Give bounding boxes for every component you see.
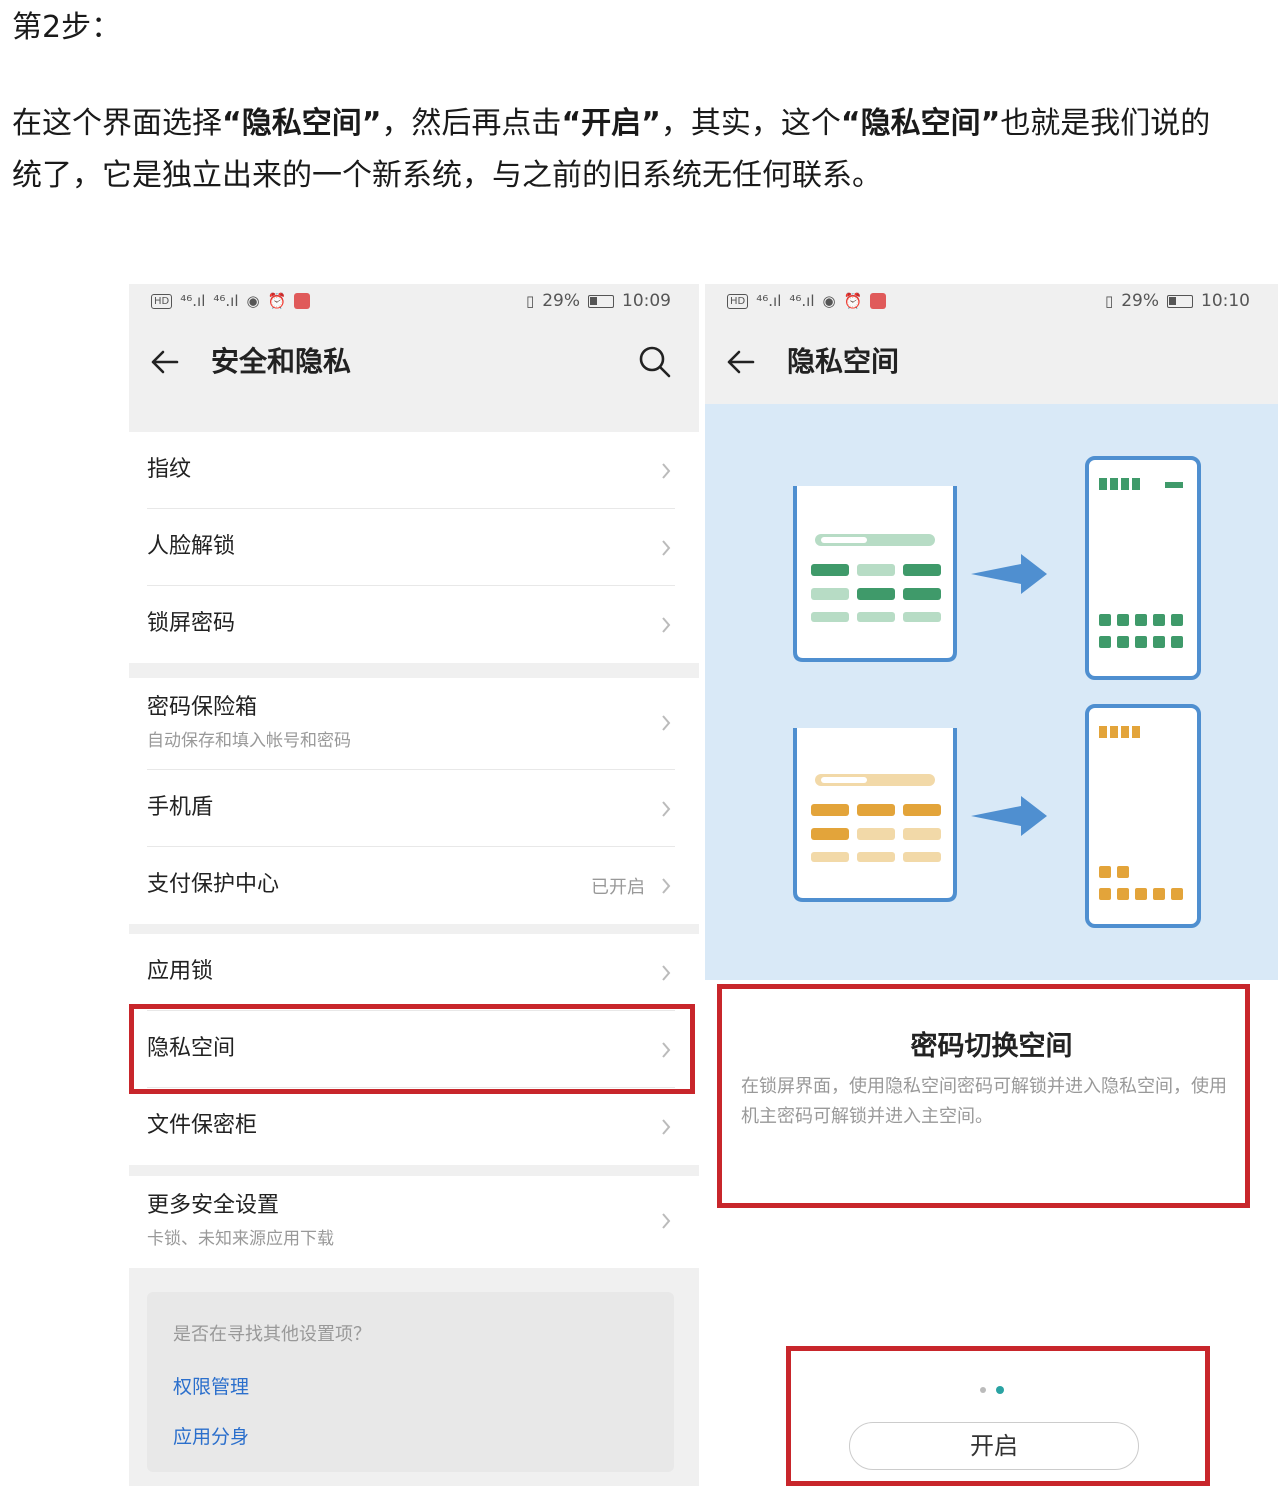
main-space-phone xyxy=(793,728,957,902)
title-bar: 隐私空间 xyxy=(705,320,1278,404)
battery-percent: 29% xyxy=(542,291,580,311)
eye-icon: ◉ xyxy=(246,292,260,310)
hd-icon: HD xyxy=(727,293,749,309)
settings-row-payment-protection[interactable]: 支付保护中心 已开启 xyxy=(147,847,675,924)
alarm-icon: ⏰ xyxy=(267,292,287,310)
arrow-icon xyxy=(971,796,1047,836)
highlight-box xyxy=(129,1004,695,1094)
clock: 10:10 xyxy=(1201,291,1250,311)
chevron-right-icon xyxy=(662,878,671,894)
settings-group: 密码保险箱 自动保存和填入帐号和密码 手机盾 支付保护中心 已开启 xyxy=(129,678,699,924)
status-value: 已开启 xyxy=(591,877,645,898)
private-space-illustration xyxy=(705,404,1278,980)
highlight-box xyxy=(717,984,1250,1208)
settings-row-phone-shield[interactable]: 手机盾 xyxy=(147,770,675,847)
para-bold: “开启” xyxy=(561,106,661,141)
settings-row-face-unlock[interactable]: 人脸解锁 xyxy=(147,509,675,586)
signal-icon: ⁴⁶.ıl xyxy=(213,292,239,310)
main-space-phone xyxy=(793,486,957,662)
row-label: 支付保护中心 xyxy=(147,872,280,897)
battery-percent: 29% xyxy=(1121,291,1159,311)
step-heading: 第2步： xyxy=(12,10,122,45)
para-text: ，然后再点击 xyxy=(381,106,562,141)
settings-row-lock-password[interactable]: 锁屏密码 xyxy=(147,586,675,663)
search-icon[interactable] xyxy=(637,344,673,380)
chevron-right-icon xyxy=(662,1213,671,1229)
row-label: 手机盾 xyxy=(147,795,214,820)
row-label: 更多安全设置 xyxy=(147,1193,280,1218)
row-label: 密码保险箱 xyxy=(147,695,258,720)
settings-row-app-lock[interactable]: 应用锁 xyxy=(147,934,675,1011)
suggestion-card: 是否在寻找其他设置项？ 权限管理 应用分身 xyxy=(147,1292,674,1472)
row-label: 文件保密柜 xyxy=(147,1113,258,1138)
settings-row-file-safe[interactable]: 文件保密柜 xyxy=(147,1088,675,1165)
settings-group: 指纹 人脸解锁 锁屏密码 xyxy=(129,432,699,663)
page-title: 安全和隐私 xyxy=(211,345,352,378)
chevron-right-icon xyxy=(662,463,671,479)
signal-icon: ⁴⁶.ıl xyxy=(180,292,206,310)
clock: 10:09 xyxy=(622,291,671,311)
suggestion-question: 是否在寻找其他设置项？ xyxy=(173,1324,371,1345)
status-bar: HD ⁴⁶.ıl ⁴⁶.ıl ◉ ⏰ ▯ 29% 10:09 xyxy=(129,284,699,320)
signal-icon: ⁴⁶.ıl xyxy=(789,292,815,310)
para-text: ，其实，这个 xyxy=(660,106,841,141)
notification-icon xyxy=(870,293,887,309)
para-bold: “隐私空间” xyxy=(840,106,1001,141)
row-label: 指纹 xyxy=(147,457,192,482)
settings-group: 更多安全设置 卡锁、未知来源应用下载 xyxy=(129,1176,699,1268)
row-label: 人脸解锁 xyxy=(147,534,236,559)
hd-icon: HD xyxy=(151,293,173,309)
chevron-right-icon xyxy=(662,715,671,731)
settings-row-more-security[interactable]: 更多安全设置 卡锁、未知来源应用下载 xyxy=(147,1176,675,1268)
vibrate-icon: ▯ xyxy=(1104,292,1114,310)
chevron-right-icon xyxy=(662,540,671,556)
arrow-icon xyxy=(971,554,1047,594)
signal-icon: ⁴⁶.ıl xyxy=(756,292,782,310)
private-space-screen: HD ⁴⁶.ıl ⁴⁶.ıl ◉ ⏰ ▯ 29% 10:10 隐私空间 密码切换… xyxy=(705,284,1278,1486)
row-subtitle: 卡锁、未知来源应用下载 xyxy=(147,1229,334,1249)
page-title: 隐私空间 xyxy=(787,345,900,378)
back-arrow-icon[interactable] xyxy=(723,344,759,380)
settings-row-fingerprint[interactable]: 指纹 xyxy=(147,432,675,509)
article-paragraph: 在这个界面选择“隐私空间”，然后再点击“开启”，其实，这个“隐私空间”也就是我们… xyxy=(12,98,1278,202)
chevron-right-icon xyxy=(662,617,671,633)
battery-icon xyxy=(1167,294,1193,308)
chevron-right-icon xyxy=(662,801,671,817)
private-space-phone xyxy=(1085,456,1201,680)
para-text: 在这个界面选择 xyxy=(12,106,222,141)
row-label: 锁屏密码 xyxy=(147,611,236,636)
notification-icon xyxy=(294,293,311,309)
status-bar: HD ⁴⁶.ıl ⁴⁶.ıl ◉ ⏰ ▯ 29% 10:10 xyxy=(705,284,1278,320)
link-permission-management[interactable]: 权限管理 xyxy=(173,1372,249,1399)
alarm-icon: ⏰ xyxy=(843,292,863,310)
link-app-twin[interactable]: 应用分身 xyxy=(173,1422,249,1449)
settings-row-password-vault[interactable]: 密码保险箱 自动保存和填入帐号和密码 xyxy=(147,678,675,770)
highlight-box xyxy=(786,1346,1210,1486)
para-text: 统了，它是独立出来的一个新系统，与之前的旧系统无任何联系。 xyxy=(12,158,882,193)
battery-icon xyxy=(588,294,614,308)
phone-switch-illustration xyxy=(793,456,1201,928)
chevron-right-icon xyxy=(662,965,671,981)
back-arrow-icon[interactable] xyxy=(147,344,183,380)
row-subtitle: 自动保存和填入帐号和密码 xyxy=(147,731,351,751)
private-space-phone xyxy=(1085,704,1201,928)
para-bold: “隐私空间” xyxy=(222,106,382,141)
para-text: 也就是我们说的 xyxy=(1000,106,1211,141)
chevron-right-icon xyxy=(662,1119,671,1135)
vibrate-icon: ▯ xyxy=(525,292,535,310)
row-label: 应用锁 xyxy=(147,959,214,984)
eye-icon: ◉ xyxy=(822,292,836,310)
title-bar: 安全和隐私 xyxy=(129,320,699,404)
